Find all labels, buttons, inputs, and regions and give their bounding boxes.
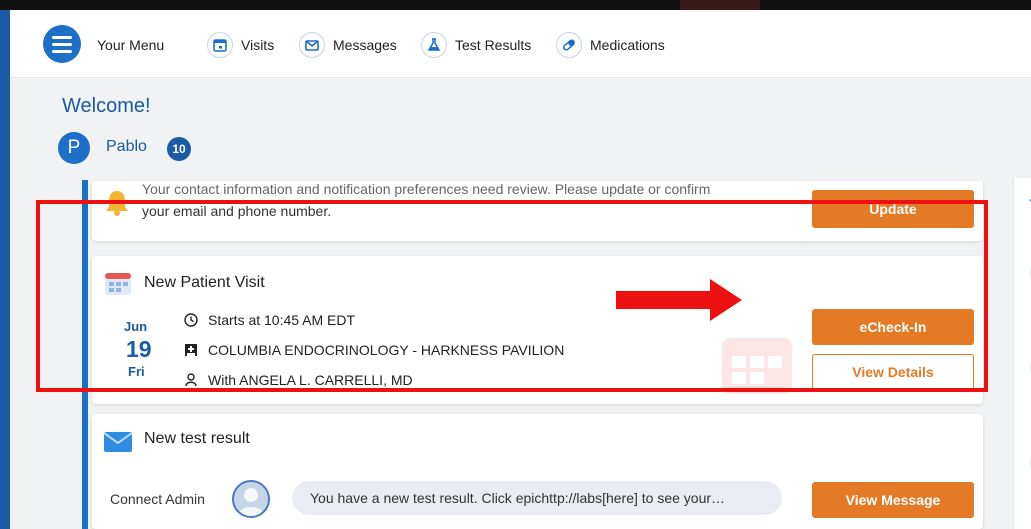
menu-hamburger-icon[interactable]: [43, 25, 81, 63]
window-top-bar: [0, 0, 1031, 10]
notification-badge[interactable]: 10: [167, 137, 191, 161]
visit-location: COLUMBIA ENDOCRINOLOGY - HARKNESS PAVILI…: [208, 342, 565, 358]
nav-medications-label: Medications: [590, 37, 665, 53]
user-name-link[interactable]: Pablo: [106, 138, 147, 156]
contact-review-card: Your contact information and notificatio…: [92, 181, 983, 241]
echeck-in-button[interactable]: eCheck-In: [812, 309, 974, 345]
notice-line-2: your email and phone number.: [142, 203, 332, 219]
view-message-button[interactable]: View Message: [812, 482, 974, 518]
contact-review-message: Your contact information and notificatio…: [142, 181, 822, 222]
hospital-icon: [185, 344, 197, 356]
calendar-icon: [207, 32, 233, 58]
visit-provider-row: With ANGELA L. CARRELLI, MD: [184, 372, 413, 388]
visit-time: Starts at 10:45 AM EDT: [208, 312, 356, 328]
visit-title: New Patient Visit: [144, 274, 265, 291]
sender-avatar: [232, 480, 270, 518]
right-side-panel: Y: [1013, 178, 1031, 529]
visit-time-row: Starts at 10:45 AM EDT: [184, 312, 355, 328]
clock-icon: [184, 313, 198, 327]
test-result-card: New test result Connect Admin You have a…: [92, 414, 983, 529]
nav-test-results-label: Test Results: [455, 37, 532, 53]
bell-icon: [106, 191, 128, 216]
nav-messages[interactable]: Messages: [299, 30, 397, 60]
notice-line-1: Your contact information and notificatio…: [142, 181, 711, 197]
test-result-title: New test result: [144, 430, 250, 447]
timeline-line: [82, 180, 88, 529]
nav-messages-label: Messages: [333, 37, 397, 53]
flask-icon: [421, 32, 447, 58]
calendar-watermark-icon: [722, 338, 792, 394]
your-menu-label: Your Menu: [97, 37, 165, 53]
left-edge-strip: [0, 10, 10, 529]
envelope-icon: [104, 432, 132, 452]
visit-weekday: Fri: [128, 364, 145, 379]
person-icon: [185, 373, 197, 387]
annotation-arrow-icon: [616, 279, 742, 321]
visit-day: 19: [126, 336, 152, 362]
nav-visits-label: Visits: [241, 37, 275, 53]
visit-provider: With ANGELA L. CARRELLI, MD: [208, 372, 413, 388]
visit-month: Jun: [124, 319, 148, 334]
nav-visits[interactable]: Visits: [207, 30, 274, 60]
visit-location-row: COLUMBIA ENDOCRINOLOGY - HARKNESS PAVILI…: [184, 342, 564, 358]
nav-medications[interactable]: Medications: [556, 30, 665, 60]
your-menu-link[interactable]: Your Menu: [97, 30, 164, 60]
top-navigation: Your Menu Visits Messages Test Results M…: [10, 10, 1031, 78]
update-button[interactable]: Update: [812, 190, 974, 228]
nav-test-results[interactable]: Test Results: [421, 30, 531, 60]
visit-card: New Patient Visit Jun 19 Fri Starts at 1…: [92, 256, 983, 404]
welcome-heading: Welcome!: [62, 95, 151, 117]
top-bar-glow: [680, 0, 760, 10]
view-details-button[interactable]: View Details: [812, 354, 974, 390]
message-preview[interactable]: You have a new test result. Click epicht…: [292, 481, 782, 515]
user-avatar[interactable]: P: [58, 132, 90, 164]
message-sender: Connect Admin: [110, 491, 205, 507]
envelope-icon: [299, 32, 325, 58]
pill-icon: [556, 32, 582, 58]
main-content: Welcome! P Pablo 10 Your contact informa…: [10, 78, 1031, 529]
calendar-icon: [105, 273, 131, 295]
